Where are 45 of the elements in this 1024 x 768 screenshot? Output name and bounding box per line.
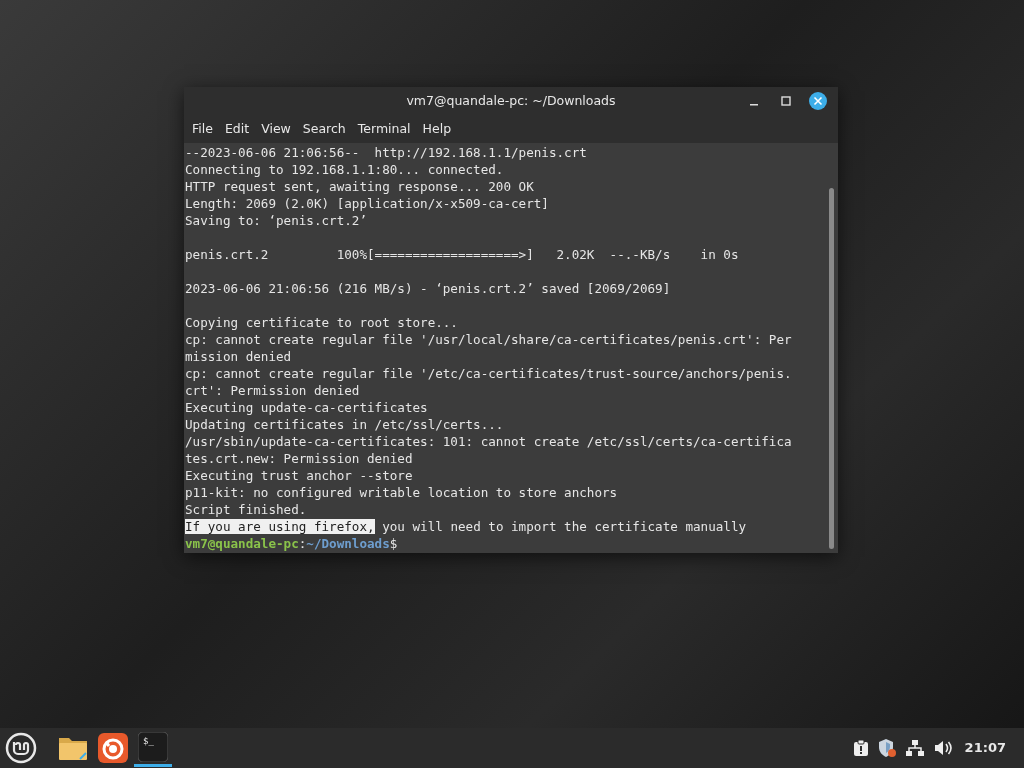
menu-item[interactable]: Terminal	[351, 119, 417, 139]
menu-item[interactable]: Search	[296, 119, 352, 139]
logo-icon	[5, 732, 37, 764]
terminal-line: tes.crt.new: Permission denied	[184, 450, 414, 467]
terminal-line: cp: cannot create regular file '/etc/ca-certificates/trust-source/anchors/penis.	[184, 365, 793, 382]
clock[interactable]: 21:07	[964, 738, 1006, 758]
terminal-line: Executing update-ca-certificates	[184, 399, 429, 416]
terminal-line: mission denied	[184, 348, 293, 365]
terminal-text: you will need to import the certificate manually	[381, 519, 747, 534]
terminal-line: Script finished.	[184, 501, 308, 518]
clipboard-icon[interactable]	[852, 739, 869, 757]
selected-text: If you are using firefox,	[185, 519, 375, 534]
terminal-line: Saving to: ‘penis.crt.2’	[184, 212, 368, 229]
terminal-line: Copying certificate to root store...	[184, 314, 459, 331]
close-icon	[808, 91, 828, 111]
terminal-line: penis.crt.2 100%[===================>] 2.02K --.-KB/s in 0s	[184, 246, 740, 263]
menu-item[interactable]: File	[186, 119, 219, 139]
terminal-line: Connecting to 192.168.1.1:80... connected.	[184, 161, 505, 178]
menu-item[interactable]: Help	[416, 119, 458, 139]
terminal-line: p11-kit: no configured writable location to store anchors	[184, 484, 619, 501]
close-button[interactable]	[808, 91, 828, 111]
prompt-separator: :	[298, 536, 307, 551]
terminal-line: Executing trust anchor --store	[184, 467, 414, 484]
prompt-user-host: vm7@quandale-pc	[185, 536, 299, 551]
browser-icon	[98, 733, 128, 763]
terminal-line: crt': Permission denied	[184, 382, 361, 399]
shield-icon[interactable]	[876, 738, 897, 758]
terminal-line: 2023-06-06 21:06:56 (216 MB/s) - ‘penis.crt.2’ saved [2069/2069]	[184, 280, 672, 297]
minimize-icon	[750, 104, 758, 106]
terminal-line: HTTP request sent, awaiting response... 200 OK	[184, 178, 535, 195]
menu-item[interactable]: Edit	[218, 119, 256, 139]
network-icon[interactable]	[904, 739, 925, 757]
terminal-line: Updating certificates in /etc/ssl/certs...	[184, 416, 505, 433]
terminal-line: /usr/sbin/update-ca-certificates: 101: cannot create /etc/ssl/certs/ca-certifica	[184, 433, 793, 450]
menu-item[interactable]: View	[255, 119, 297, 139]
folder-icon	[58, 735, 88, 761]
prompt-path: ~/Downloads	[306, 536, 390, 551]
terminal-line: Length: 2069 (2.0K) [application/x-x509-ca-cert]	[184, 195, 550, 212]
terminal-line: cp: cannot create regular file '/usr/local/share/ca-certificates/penis.crt': Per	[184, 331, 793, 348]
window-title: vm7@quandale-pc: ~/Downloads	[406, 91, 616, 110]
maximize-icon	[781, 96, 791, 106]
terminal-line: --2023-06-06 21:06:56-- http://192.168.1.1/penis.crt	[184, 144, 588, 161]
prompt-symbol: $	[389, 536, 398, 551]
volume-icon[interactable]	[932, 739, 953, 757]
scrollbar-thumb[interactable]	[829, 188, 834, 549]
